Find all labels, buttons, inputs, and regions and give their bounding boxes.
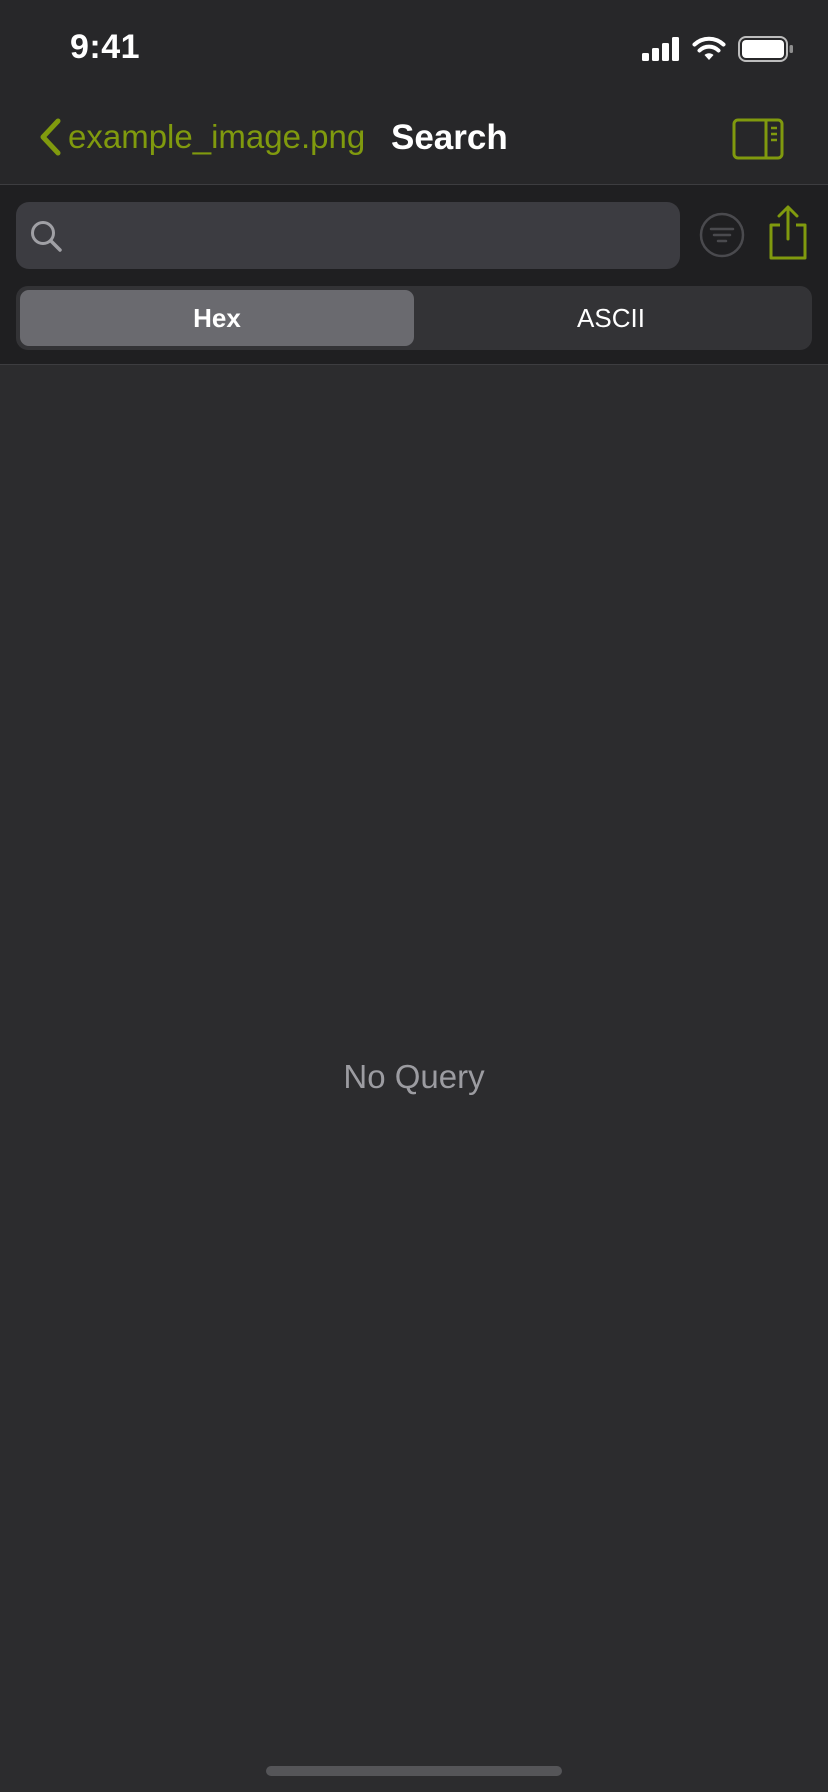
sidebar-toggle-button[interactable] [732, 118, 784, 160]
chevron-left-icon [40, 118, 61, 156]
segment-ascii-label: ASCII [577, 302, 645, 333]
page-title: Search [391, 118, 508, 157]
search-screen: 9:41 example_image.png Search Hex ASCII … [0, 0, 828, 1792]
sidebar-toggle-icon [732, 118, 784, 160]
status-bar: 9:41 [0, 0, 828, 96]
search-field[interactable] [16, 202, 680, 269]
search-toolbar: Hex ASCII [0, 185, 828, 365]
back-button-label: example_image.png [68, 118, 366, 155]
share-icon [769, 205, 807, 260]
status-time: 9:41 [70, 28, 141, 66]
segment-ascii[interactable]: ASCII [414, 290, 808, 346]
navigation-bar: example_image.png Search [0, 96, 828, 185]
back-button[interactable]: example_image.png [38, 112, 365, 162]
filter-button[interactable] [699, 212, 745, 258]
filter-icon [699, 212, 745, 258]
share-button[interactable] [766, 205, 810, 261]
wifi-icon [692, 36, 726, 60]
search-mode-segmented-control: Hex ASCII [16, 286, 812, 350]
status-icons [642, 34, 794, 64]
battery-icon [738, 36, 793, 62]
search-input[interactable] [63, 205, 680, 266]
segment-hex[interactable]: Hex [20, 290, 414, 346]
empty-state-message: No Query [343, 1058, 485, 1095]
cellular-signal-icon [642, 37, 679, 61]
search-icon [31, 220, 62, 252]
segment-hex-label: Hex [193, 302, 241, 333]
home-indicator[interactable] [266, 1766, 562, 1776]
